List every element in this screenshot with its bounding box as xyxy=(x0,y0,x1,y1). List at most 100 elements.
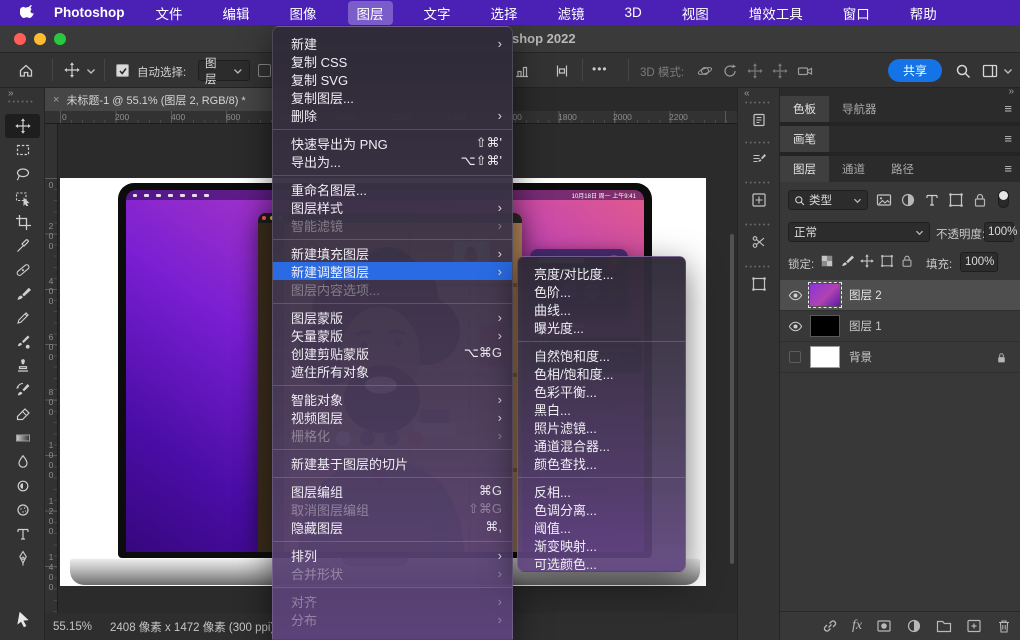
panel-history[interactable] xyxy=(751,112,767,128)
3d-dolly-button[interactable] xyxy=(797,63,813,79)
menubar-item-layer[interactable]: 图层 xyxy=(348,1,393,25)
submenu-item-vibrance[interactable]: 自然饱和度... xyxy=(518,346,685,364)
filter-adjustment-layers[interactable] xyxy=(900,192,916,208)
zoom-window-button[interactable] xyxy=(54,33,66,45)
menubar-item-file[interactable]: 文件 xyxy=(147,1,192,25)
vertical-ruler[interactable]: 0 200 400 600 800 1000 1200 1400 xyxy=(45,124,58,613)
more-options-button[interactable]: ••• xyxy=(592,62,608,76)
submenu-item-exposure[interactable]: 曝光度... xyxy=(518,318,685,336)
link-layers-button[interactable] xyxy=(822,618,838,634)
menu-item-rename-layer[interactable]: 重命名图层... xyxy=(273,180,512,198)
move-tool-preset[interactable] xyxy=(64,62,80,78)
menu-item-hide-layers[interactable]: 隐藏图层⌘, xyxy=(273,518,512,536)
visibility-toggle[interactable] xyxy=(780,288,810,303)
3d-orbit-button[interactable] xyxy=(697,63,713,79)
tool-spot-healing[interactable] xyxy=(11,259,35,281)
submenu-item-levels[interactable]: 色阶... xyxy=(518,282,685,300)
lock-paint-button[interactable] xyxy=(840,254,854,268)
menubar-item-image[interactable]: 图像 xyxy=(281,1,326,25)
app-menu[interactable]: Photoshop xyxy=(54,5,125,20)
3d-roll-button[interactable] xyxy=(722,63,738,79)
menu-item-smart-object[interactable]: 智能对象› xyxy=(273,390,512,408)
submenu-item-invert[interactable]: 反相... xyxy=(518,482,685,500)
tool-lasso[interactable] xyxy=(11,163,35,185)
menubar-item-select[interactable]: 选择 xyxy=(482,1,527,25)
menubar-item-help[interactable]: 帮助 xyxy=(901,1,946,25)
distribute-button[interactable] xyxy=(554,63,570,79)
menu-item-new-adjustment-layer[interactable]: 新建调整图层› xyxy=(273,262,512,280)
menubar-item-plugins[interactable]: 增效工具 xyxy=(740,1,812,25)
filter-pixel-layers[interactable] xyxy=(876,192,892,208)
filter-shape-layers[interactable] xyxy=(948,192,964,208)
submenu-item-color-lookup[interactable]: 颜色查找... xyxy=(518,454,685,472)
menu-item-mask-all-objects[interactable]: 遮住所有对象 xyxy=(273,362,512,380)
submenu-item-black-white[interactable]: 黑白... xyxy=(518,400,685,418)
submenu-item-channel-mixer[interactable]: 通道混合器... xyxy=(518,436,685,454)
share-button[interactable]: 共享 xyxy=(888,59,942,82)
align-left-edges-button[interactable] xyxy=(514,63,530,79)
menu-item-delete[interactable]: 删除› xyxy=(273,106,512,124)
new-adjustment-button[interactable] xyxy=(906,618,922,634)
tab-paths[interactable]: 路径 xyxy=(878,156,927,182)
tab-brushes[interactable]: 画笔 xyxy=(780,126,829,152)
tool-history-brush[interactable] xyxy=(11,379,35,401)
menubar-item-filter[interactable]: 滤镜 xyxy=(549,1,594,25)
minimize-window-button[interactable] xyxy=(34,33,46,45)
tool-pen[interactable] xyxy=(11,547,35,569)
tool-brush[interactable] xyxy=(11,283,35,305)
panel-scissors[interactable] xyxy=(751,234,767,250)
menu-item-group-layers[interactable]: 图层编组⌘G xyxy=(273,482,512,500)
auto-select-target-dropdown[interactable]: 图层 xyxy=(198,60,250,81)
tool-type[interactable] xyxy=(11,523,35,545)
menu-item-copy-svg[interactable]: 复制 SVG xyxy=(273,70,512,88)
tab-layers[interactable]: 图层 xyxy=(780,156,829,182)
filter-type-layers[interactable] xyxy=(924,192,940,208)
tool-direct-select[interactable] xyxy=(11,608,35,630)
visibility-toggle[interactable] xyxy=(780,319,810,334)
lock-transparent-button[interactable] xyxy=(820,254,834,268)
panel-menu-icon[interactable]: ≡ xyxy=(1004,131,1012,146)
menu-item-duplicate-layer[interactable]: 复制图层... xyxy=(273,88,512,106)
panel-clone-source[interactable] xyxy=(751,192,767,208)
layer-row-background[interactable]: 背景 xyxy=(780,342,1020,373)
add-mask-button[interactable] xyxy=(876,618,892,634)
tab-channels[interactable]: 通道 xyxy=(829,156,878,182)
menu-item-create-clipping-mask[interactable]: 创建剪贴蒙版⌥⌘G xyxy=(273,344,512,362)
submenu-item-threshold[interactable]: 阈值... xyxy=(518,518,685,536)
layer-effects-button[interactable]: fx xyxy=(852,618,862,634)
menubar-item-window[interactable]: 窗口 xyxy=(834,1,879,25)
canvas-vertical-scrollbar[interactable] xyxy=(730,234,734,564)
tool-move[interactable] xyxy=(11,115,35,137)
layer-name[interactable]: 图层 2 xyxy=(849,287,882,303)
tool-mixer-brush[interactable] xyxy=(11,331,35,353)
submenu-item-brightness-contrast[interactable]: 亮度/对比度... xyxy=(518,264,685,282)
show-transform-controls-checkbox[interactable] xyxy=(258,64,271,77)
tool-pencil[interactable] xyxy=(11,307,35,329)
submenu-item-gradient-map[interactable]: 渐变映射... xyxy=(518,536,685,554)
menu-item-arrange[interactable]: 排列› xyxy=(273,546,512,564)
tab-swatches[interactable]: 色板 xyxy=(780,96,829,122)
blend-mode-dropdown[interactable]: 正常 xyxy=(788,222,930,242)
filter-toggle[interactable] xyxy=(998,190,1009,208)
tool-marquee[interactable] xyxy=(11,139,35,161)
menu-item-export-as[interactable]: 导出为...⌥⇧⌘' xyxy=(273,152,512,170)
tool-sponge[interactable] xyxy=(11,499,35,521)
apple-menu[interactable] xyxy=(20,4,36,21)
lock-artboard-button[interactable] xyxy=(880,254,894,268)
zoom-level[interactable]: 55.15% xyxy=(53,621,92,633)
menu-item-layer-style[interactable]: 图层样式› xyxy=(273,198,512,216)
layer-row-layer2[interactable]: 图层 2 xyxy=(780,280,1020,311)
menu-item-new[interactable]: 新建› xyxy=(273,34,512,52)
collapse-toolbar-button[interactable]: » xyxy=(8,88,14,99)
3d-slide-button[interactable] xyxy=(772,63,788,79)
menu-item-vector-mask[interactable]: 矢量蒙版› xyxy=(273,326,512,344)
workspace-chevron[interactable] xyxy=(1003,67,1013,75)
close-window-button[interactable] xyxy=(14,33,26,45)
layer-thumbnail[interactable] xyxy=(810,284,840,306)
panel-menu-icon[interactable]: ≡ xyxy=(1004,161,1012,176)
layer-row-layer1[interactable]: 图层 1 xyxy=(780,311,1020,342)
document-tab[interactable]: × 未标题-1 @ 55.1% (图层 2, RGB/8) * xyxy=(45,88,287,111)
tool-preset-chevron[interactable] xyxy=(86,67,96,75)
submenu-item-posterize[interactable]: 色调分离... xyxy=(518,500,685,518)
toolbar-grip[interactable]: •••••• xyxy=(8,99,35,106)
